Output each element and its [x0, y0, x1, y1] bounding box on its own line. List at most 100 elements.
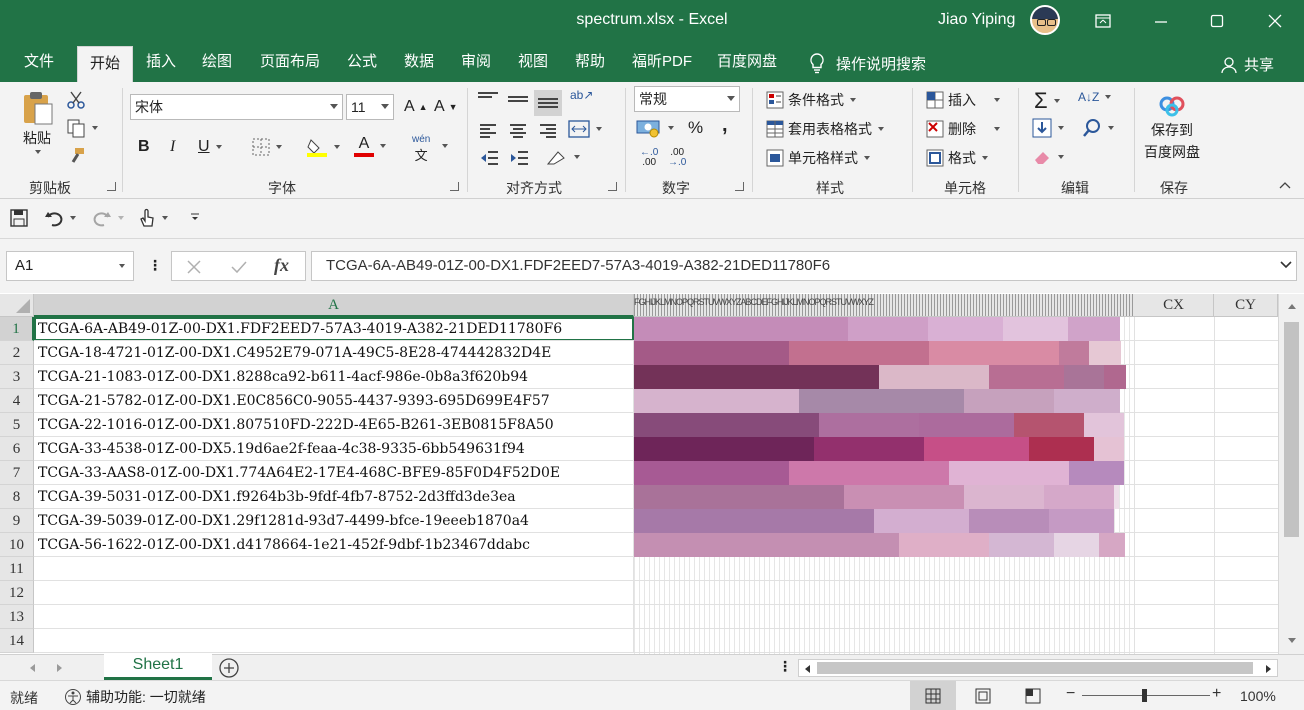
color-cell[interactable]	[1104, 365, 1126, 389]
text-direction-button[interactable]	[546, 148, 580, 166]
tab-page-layout[interactable]: 页面布局	[248, 42, 332, 82]
cut-icon[interactable]	[66, 90, 86, 110]
user-name[interactable]: Jiao Yiping	[938, 11, 1015, 29]
color-cell[interactable]	[634, 533, 899, 557]
row-header[interactable]: 11	[0, 557, 34, 581]
column-header-cy[interactable]: CY	[1214, 294, 1278, 317]
align-top-icon[interactable]	[478, 90, 498, 100]
tab-view[interactable]: 视图	[506, 42, 560, 82]
close-icon[interactable]	[1262, 8, 1288, 34]
color-cell[interactable]	[1054, 533, 1099, 557]
color-strip-row[interactable]	[634, 341, 1121, 365]
cell-a[interactable]	[34, 605, 634, 629]
color-strip-row[interactable]	[634, 461, 1124, 485]
color-cell[interactable]	[844, 485, 964, 509]
alignment-launcher-icon[interactable]	[608, 182, 617, 191]
sheet-tab-sheet1[interactable]: Sheet1	[104, 654, 212, 680]
color-cell[interactable]	[1044, 485, 1114, 509]
tab-split-handle[interactable]: ⋮	[778, 658, 792, 675]
color-cell[interactable]	[969, 509, 1049, 533]
undo-button[interactable]	[44, 209, 76, 227]
collapse-ribbon-icon[interactable]	[1278, 180, 1292, 190]
color-cell[interactable]	[1054, 389, 1120, 413]
worksheet-grid[interactable]: A FGHIJKLMNOPQRSTUVWXYZABCDEFGHIJKLMNOPQ…	[0, 294, 1304, 654]
color-cell[interactable]	[814, 437, 924, 461]
color-cell[interactable]	[848, 317, 928, 341]
row-header[interactable]: 5	[0, 413, 34, 437]
minimize-icon[interactable]	[1148, 8, 1174, 34]
grow-font-button[interactable]: A ▲	[404, 98, 428, 116]
color-cell[interactable]	[989, 533, 1054, 557]
row-header[interactable]: 14	[0, 629, 34, 653]
format-cells-button[interactable]: 格式	[926, 148, 988, 168]
tab-baidu-netdisk[interactable]: 百度网盘	[705, 42, 789, 82]
align-middle-icon[interactable]	[508, 94, 528, 104]
tab-formulas[interactable]: 公式	[335, 42, 389, 82]
color-cell[interactable]	[874, 509, 969, 533]
conditional-formatting-button[interactable]: 条件格式	[766, 90, 856, 110]
cell-a[interactable]	[34, 557, 634, 581]
color-cell[interactable]	[634, 413, 819, 437]
color-cell[interactable]	[879, 365, 989, 389]
color-cell[interactable]	[1114, 485, 1119, 509]
color-cell[interactable]	[799, 389, 964, 413]
vertical-scroll-thumb[interactable]	[1284, 322, 1299, 537]
row-header[interactable]: 12	[0, 581, 34, 605]
cell-a[interactable]: TCGA-33-AAS8-01Z-00-DX1.774A64E2-17E4-46…	[34, 461, 634, 485]
find-select-button[interactable]	[1082, 118, 1114, 138]
color-cell[interactable]	[1068, 317, 1120, 341]
sort-filter-button[interactable]: A↓Z	[1078, 90, 1112, 104]
zoom-level[interactable]: 100%	[1240, 688, 1276, 704]
decrease-decimal-button[interactable]: .00 →.0	[668, 148, 686, 168]
row-header[interactable]: 2	[0, 341, 34, 365]
row-header[interactable]: 9	[0, 509, 34, 533]
horizontal-scrollbar[interactable]	[798, 659, 1278, 677]
zoom-slider-thumb[interactable]	[1142, 689, 1147, 702]
column-header-cx[interactable]: CX	[1134, 294, 1214, 317]
orientation-icon[interactable]: ab↗	[570, 88, 593, 102]
tab-insert[interactable]: 插入	[134, 42, 188, 82]
next-sheet-icon[interactable]	[56, 663, 64, 673]
align-center-icon[interactable]	[510, 122, 526, 140]
color-cell[interactable]	[789, 461, 949, 485]
color-cell[interactable]	[634, 509, 874, 533]
enter-icon[interactable]	[230, 259, 248, 275]
color-cell[interactable]	[634, 389, 799, 413]
formula-bar-options-icon[interactable]: ⋮	[148, 257, 162, 274]
cell-a[interactable]: TCGA-18-4721-01Z-00-DX1.C4952E79-071A-49…	[34, 341, 634, 365]
cell-styles-button[interactable]: 单元格样式	[766, 148, 870, 168]
ribbon-display-icon[interactable]	[1090, 8, 1116, 34]
color-cell[interactable]	[1094, 437, 1124, 461]
color-cell[interactable]	[1064, 365, 1104, 389]
color-cell[interactable]	[964, 389, 1054, 413]
cell-a[interactable]: TCGA-22-1016-01Z-00-DX1.807510FD-222D-4E…	[34, 413, 634, 437]
color-cell[interactable]	[789, 341, 929, 365]
color-strip-row[interactable]	[634, 485, 1119, 509]
color-strip-row[interactable]	[634, 509, 1114, 533]
fill-color-button[interactable]	[306, 136, 340, 158]
tab-foxit-pdf[interactable]: 福昕PDF	[620, 42, 704, 82]
color-cell[interactable]	[1029, 437, 1094, 461]
page-layout-view-icon[interactable]	[975, 688, 991, 704]
column-header-a[interactable]: A	[34, 294, 634, 317]
tab-review[interactable]: 审阅	[449, 42, 503, 82]
color-cell[interactable]	[1049, 509, 1114, 533]
color-cell[interactable]	[1014, 413, 1084, 437]
color-cell[interactable]	[1084, 413, 1124, 437]
align-right-icon[interactable]	[540, 122, 556, 140]
color-strip-row[interactable]	[634, 437, 1124, 461]
row-header[interactable]: 8	[0, 485, 34, 509]
row-header[interactable]: 10	[0, 533, 34, 557]
font-size-select[interactable]: 11	[346, 94, 394, 120]
cell-a[interactable]: TCGA-33-4538-01Z-00-DX5.19d6ae2f-feaa-4c…	[34, 437, 634, 461]
color-cell[interactable]	[989, 365, 1064, 389]
autosum-button[interactable]: Σ	[1034, 88, 1060, 114]
copy-icon[interactable]	[66, 118, 98, 138]
clear-button[interactable]	[1032, 148, 1064, 166]
color-cell[interactable]	[634, 317, 848, 341]
insert-cells-button[interactable]: 插入	[926, 90, 1000, 110]
increase-indent-icon[interactable]	[510, 150, 528, 166]
bold-button[interactable]: B	[138, 138, 150, 156]
increase-decimal-button[interactable]: ←.0.00	[640, 148, 658, 168]
color-cell[interactable]	[634, 365, 879, 389]
